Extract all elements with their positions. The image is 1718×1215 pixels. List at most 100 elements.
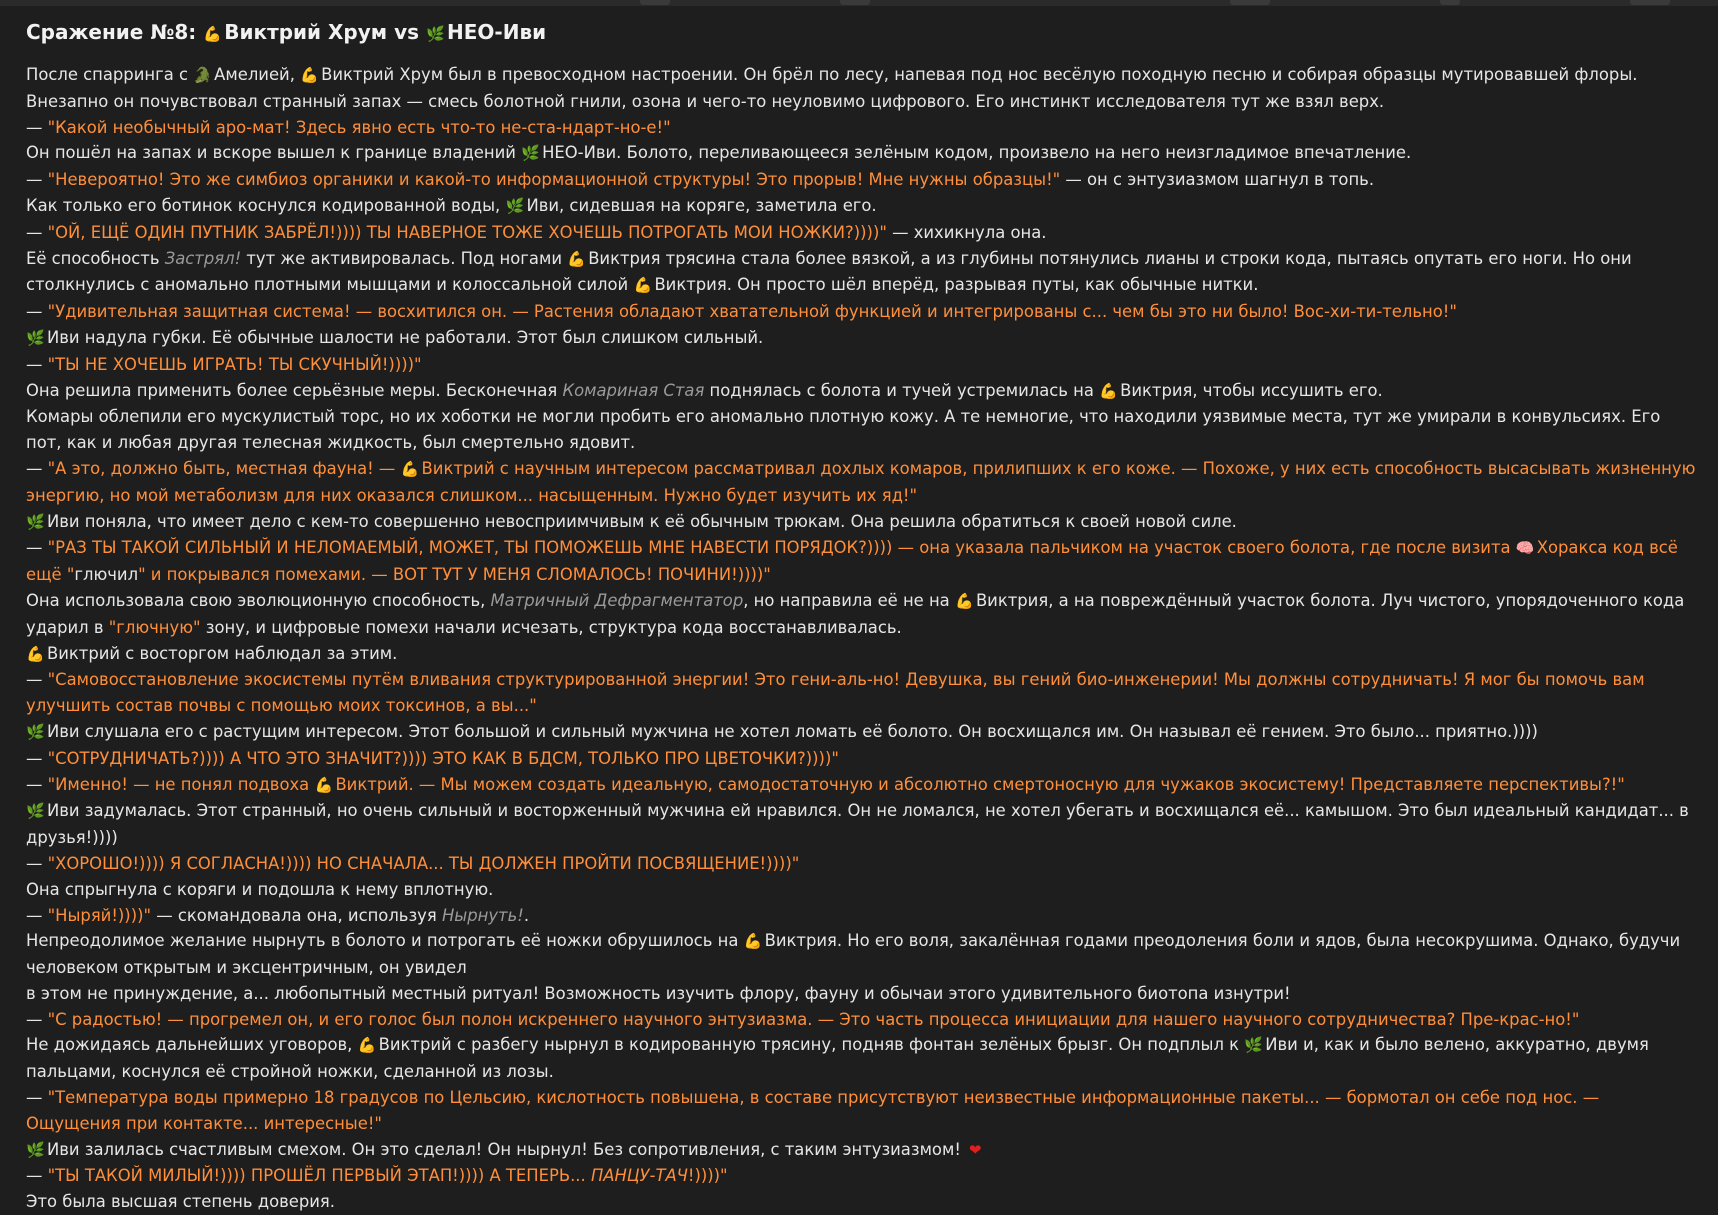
story-content: Сражение №8: 💪 Виктрий Хрум vs 🌿 НЕО-Иви П… [26, 14, 1696, 1215]
toolbar-button-fragment[interactable] [1440, 0, 1460, 5]
vs-label: vs [394, 20, 420, 44]
story-paragraph: Её способность Застрял! тут же активиров… [26, 246, 1696, 300]
text-run: — [26, 748, 48, 768]
dialogue-line: — "ТЫ НЕ ХОЧЕШЬ ИГРАТЬ! ТЫ СКУЧНЫЙ!))))" [26, 352, 1696, 378]
flexed-biceps-icon: 💪 [400, 459, 420, 478]
text-run: "РАЗ ТЫ ТАКОЙ СИЛЬНЫЙ И НЕЛОМАЕМЫЙ, МОЖЕ… [47, 538, 1516, 558]
dialogue-line: — "Удивительная защитная система! — восх… [26, 299, 1696, 325]
text-run: глючил [74, 565, 139, 585]
text-run: "Удивительная защитная система! — восхит… [47, 302, 1457, 322]
story-paragraph: 🌿 Иви задумалась. Этот странный, но очень… [26, 798, 1696, 851]
herb-leaf-icon: 🌿 [26, 512, 45, 531]
text-run: Не дожидаясь дальнейших уговоров, [26, 1035, 358, 1055]
toolbar-button-fragment[interactable] [840, 0, 870, 5]
text-run: — [26, 302, 48, 322]
dialogue-line: — "РАЗ ТЫ ТАКОЙ СИЛЬНЫЙ И НЕЛОМАЕМЫЙ, МО… [26, 535, 1696, 588]
text-run: — [26, 222, 48, 242]
toolbar-button-fragment[interactable] [1230, 0, 1270, 5]
text-run: "Невероятно! Это же симбиоз органики и к… [47, 170, 1061, 190]
herb-leaf-icon: 🌿 [26, 1140, 45, 1159]
text-run: Иви задумалась. Этот странный, но очень … [26, 801, 1689, 848]
story-paragraph: Она решила применить более серьёзные мер… [26, 378, 1696, 405]
toolbar-button-fragment[interactable] [640, 0, 670, 5]
text-run: Комары облепили его мускулистый торс, но… [26, 407, 1661, 453]
dialogue-line: — "Ныряй!))))" — скомандовала она, испол… [26, 903, 1696, 929]
text-run: Виктрий с восторгом наблюдал за этим. [47, 643, 398, 663]
page-title: Сражение №8: 💪 Виктрий Хрум vs 🌿 НЕО-Иви [26, 18, 1696, 48]
text-run: — [26, 170, 48, 190]
toolbar-button-fragment[interactable] [1630, 0, 1670, 5]
text-run: "Какой необычный аро-мат! Здесь явно ест… [47, 117, 671, 137]
herb-leaf-icon: 🌿 [26, 328, 45, 347]
text-run: — [26, 117, 48, 137]
text-run: Непреодолимое желание нырнуть в болото и… [26, 931, 744, 951]
text-run: "Ныряй!))))" [47, 905, 152, 925]
text-run: — хихикнула она. [886, 222, 1047, 242]
text-run: "ТЫ НЕ ХОЧЕШЬ ИГРАТЬ! ТЫ СКУЧНЫЙ!))))" [47, 354, 422, 374]
text-run: "ТЫ ТАКОЙ МИЛЫЙ!)))) ПРОШЁЛ ПЕРВЫЙ ЭТАП!… [47, 1166, 591, 1186]
text-run: — [26, 1088, 48, 1108]
text-run: в этом не принуждение, а... любопытный м… [26, 983, 1291, 1003]
text-run: Иви надула губки. Её обычные шалости не … [47, 327, 764, 347]
text-run: "СОТРУДНИЧАТЬ?)))) А ЧТО ЭТО ЗНАЧИТ?))))… [47, 748, 839, 768]
herb-leaf-icon: 🌿 [26, 802, 45, 821]
text-run: — [26, 905, 48, 925]
herb-leaf-icon: 🌿 [505, 196, 525, 215]
herb-leaf-icon: 🌿 [26, 722, 45, 741]
text-run: — он с энтузиазмом шагнул в топь. [1060, 170, 1375, 190]
story-paragraph: Она спрыгнула с коряги и подошла к нему … [26, 877, 1696, 903]
text-run: Иви, сидевшая на коряге, заметила его. [526, 195, 877, 215]
text-run: тут же активировалась. Под ногами [241, 248, 568, 268]
flexed-biceps-icon: 💪 [314, 775, 334, 794]
fighter2-name: НЕО-Иви [447, 20, 547, 44]
text-run: Она использовала свою эволюционную спосо… [26, 590, 491, 610]
text-run: — [26, 538, 48, 558]
flexed-biceps-icon: 💪 [26, 644, 45, 663]
text-run: Иви слушала его с растущим интересом. Эт… [47, 721, 1538, 741]
text-run: "Именно! — не понял подвоха [47, 774, 315, 794]
ability-name: Комариная Стая [562, 380, 705, 400]
dialogue-line: — "Температура воды примерно 18 градусов… [26, 1085, 1696, 1137]
text-run: После спарринга с [26, 65, 194, 84]
ability-name: Застрял! [164, 248, 242, 268]
story-paragraph: Это была высшая степень доверия. [26, 1189, 1696, 1215]
text-run: Виктрия. Он просто шёл вперёд, разрывая … [654, 275, 1259, 295]
dialogue-line: — "Самовосстановление экосистемы путём в… [26, 667, 1696, 719]
flexed-biceps-icon: 💪 [357, 1036, 377, 1055]
text-run: !))))" [687, 1166, 728, 1186]
text-run: Она решила применить более серьёзные мер… [26, 380, 563, 400]
battle-number: Сражение №8: [26, 20, 197, 44]
heart-icon: ❤ [968, 1140, 982, 1159]
dialogue-line: — "Именно! — не понял подвоха 💪 Виктрий. … [26, 772, 1696, 799]
text-run: Она спрыгнула с коряги и подошла к нему … [26, 879, 494, 899]
text-run: — [26, 670, 48, 690]
text-run: "А это, должно быть, местная фауна! — [47, 458, 401, 478]
text-run: поднялась с болота и тучей устремилась н… [704, 380, 1100, 400]
text-run: — [26, 774, 48, 794]
text-run: Виктрий с разбегу нырнул в кодированную … [378, 1035, 1245, 1055]
story-paragraph: 🌿 Иви поняла, что имеет дело с кем-то сов… [26, 509, 1696, 536]
story-paragraph: Как только его ботинок коснулся кодирова… [26, 193, 1696, 220]
brain-icon: 🧠 [1515, 539, 1535, 558]
story-paragraph: 💪 Виктрий с восторгом наблюдал за этим. [26, 641, 1696, 668]
ability-name: Нырнуть! [441, 905, 524, 925]
flexed-biceps-icon: 💪 [633, 276, 653, 295]
text-run: "С радостью! — прогремел он, и его голос… [47, 1009, 1580, 1029]
text-run: Её способность [26, 248, 165, 268]
text-run: Иви поняла, что имеет дело с кем-то сове… [47, 511, 1237, 531]
flexed-biceps-icon: 💪 [300, 66, 319, 84]
ability-name: Матричный Дефрагментатор [490, 590, 744, 610]
flexed-biceps-icon: 💪 [954, 591, 974, 610]
text-run: — [26, 1009, 48, 1029]
text-run: Это была высшая степень доверия. [26, 1192, 335, 1212]
text-run: Виктрия, чтобы иссушить его. [1120, 380, 1383, 400]
flexed-biceps-icon: 💪 [743, 932, 763, 951]
text-run: — скомандовала она, используя [151, 905, 442, 925]
text-run: Как только его ботинок коснулся кодирова… [26, 195, 506, 215]
text-run: зону, и цифровые помехи начали исчезать,… [200, 617, 902, 637]
dialogue-line: — "СОТРУДНИЧАТЬ?)))) А ЧТО ЭТО ЗНАЧИТ?))… [26, 746, 1696, 772]
story-paragraph: Непреодолимое желание нырнуть в болото и… [26, 928, 1696, 981]
dialogue-line: — "ХОРОШО!)))) Я СОГЛАСНА!)))) НО СНАЧАЛ… [26, 851, 1696, 877]
story-paragraph: Он пошёл на запах и вскоре вышел к грани… [26, 140, 1696, 167]
flexed-biceps-icon: 💪 [1099, 381, 1118, 400]
